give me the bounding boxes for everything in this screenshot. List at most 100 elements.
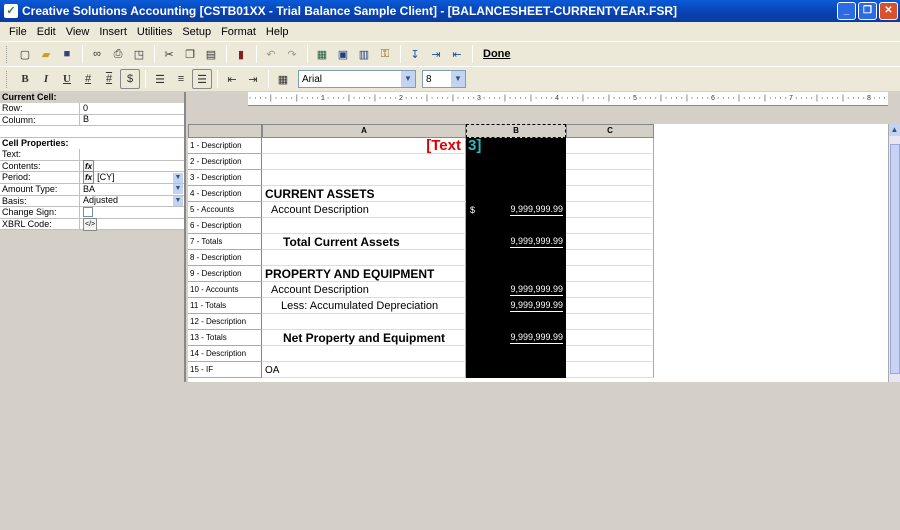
cell-b[interactable] xyxy=(466,154,566,170)
align-right-icon[interactable]: ☰ xyxy=(192,69,212,89)
formula-icon[interactable]: fx xyxy=(83,171,95,185)
row-header[interactable]: 8 - Description xyxy=(188,250,262,266)
cell-a[interactable]: Account Description xyxy=(262,282,466,298)
redo-icon[interactable]: ↷ xyxy=(282,44,302,64)
cell-b[interactable] xyxy=(466,362,566,378)
page-icon[interactable]: ▣ xyxy=(333,44,353,64)
cut-icon[interactable]: ✂ xyxy=(159,44,179,64)
font-size-select[interactable]: 8 ▼ xyxy=(422,70,466,88)
cell-c[interactable] xyxy=(566,266,654,282)
menu-format[interactable]: Format xyxy=(216,26,261,38)
cell-c[interactable] xyxy=(566,362,654,378)
cell-a[interactable]: CURRENT ASSETS xyxy=(262,186,466,202)
chevron-down-icon[interactable]: ▼ xyxy=(401,71,415,87)
cell-c[interactable] xyxy=(566,314,654,330)
cell-a[interactable]: OA xyxy=(262,362,466,378)
done-button[interactable]: Done xyxy=(477,48,517,60)
outdent-icon[interactable]: ⇤ xyxy=(222,69,242,89)
align-left-icon[interactable]: ☰ xyxy=(150,69,170,89)
scroll-thumb[interactable] xyxy=(890,144,900,374)
menu-view[interactable]: View xyxy=(61,26,95,38)
restore-button[interactable]: ❐ xyxy=(858,2,877,20)
cell-b[interactable]: 9,999,999.99 xyxy=(466,282,566,298)
cell-b[interactable]: 3] xyxy=(466,138,566,154)
menu-help[interactable]: Help xyxy=(261,26,294,38)
cell-c[interactable] xyxy=(566,218,654,234)
cell-a[interactable]: Total Current Assets xyxy=(262,234,466,250)
cell-c[interactable] xyxy=(566,234,654,250)
text-value[interactable] xyxy=(80,149,184,160)
row-header[interactable]: 15 - IF xyxy=(188,362,262,378)
cell-a[interactable] xyxy=(262,346,466,362)
row-header[interactable]: 6 - Description xyxy=(188,218,262,234)
cell-c[interactable] xyxy=(566,282,654,298)
insert-row-icon[interactable]: ↧ xyxy=(405,44,425,64)
cell-a[interactable] xyxy=(262,170,466,186)
row-header[interactable]: 10 - Accounts xyxy=(188,282,262,298)
cell-a[interactable]: Account Description xyxy=(262,202,466,218)
row-header[interactable]: 1 - Description xyxy=(188,138,262,154)
vertical-scrollbar[interactable]: ▲ xyxy=(888,124,900,382)
chevron-down-icon[interactable]: ▼ xyxy=(173,172,183,183)
cell-c[interactable] xyxy=(566,202,654,218)
italic-button[interactable]: I xyxy=(36,69,56,89)
row-header[interactable]: 4 - Description xyxy=(188,186,262,202)
cell-b[interactable]: 9,999,999.99 xyxy=(466,298,566,314)
cell-b[interactable] xyxy=(466,186,566,202)
cell-c[interactable] xyxy=(566,298,654,314)
find-icon[interactable]: ∞ xyxy=(87,44,107,64)
chevron-down-icon[interactable]: ▼ xyxy=(173,184,183,195)
cell-c[interactable] xyxy=(566,154,654,170)
row-header[interactable]: 9 - Description xyxy=(188,266,262,282)
open-icon[interactable]: ▰ xyxy=(36,44,56,64)
border-icon[interactable]: ▦ xyxy=(273,69,293,89)
scroll-up-icon[interactable]: ▲ xyxy=(889,124,900,136)
cell-c[interactable] xyxy=(566,330,654,346)
cell-b[interactable] xyxy=(466,170,566,186)
copy-icon[interactable]: ❐ xyxy=(180,44,200,64)
print-preview-icon[interactable]: ◳ xyxy=(129,44,149,64)
cell-b[interactable]: 9,999,999.99 xyxy=(466,234,566,250)
change-sign-checkbox[interactable] xyxy=(83,207,93,218)
bold-button[interactable]: B xyxy=(15,69,35,89)
row-header[interactable]: 13 - Totals xyxy=(188,330,262,346)
cell-a[interactable] xyxy=(262,250,466,266)
double-number-format-button[interactable]: # xyxy=(99,69,119,89)
close-button[interactable]: ✕ xyxy=(879,2,898,20)
basis-value[interactable]: Adjusted xyxy=(83,195,118,206)
font-select[interactable]: Arial ▼ xyxy=(298,70,416,88)
cell-b[interactable] xyxy=(466,218,566,234)
chart-icon[interactable]: ▮ xyxy=(231,44,251,64)
column-header-c[interactable]: C xyxy=(566,124,654,138)
cell-a[interactable]: Less: Accumulated Depreciation xyxy=(262,298,466,314)
cell-b[interactable]: 9,999,999.99 xyxy=(466,330,566,346)
menu-edit[interactable]: Edit xyxy=(32,26,61,38)
cell-a[interactable] xyxy=(262,314,466,330)
menu-insert[interactable]: Insert xyxy=(94,26,132,38)
print-icon[interactable]: ⎙ xyxy=(108,44,128,64)
insert-after-icon[interactable]: ⇥ xyxy=(426,44,446,64)
period-value[interactable]: [CY] xyxy=(97,172,115,183)
row-header[interactable]: 7 - Totals xyxy=(188,234,262,250)
cell-a[interactable]: [Text xyxy=(262,138,466,154)
xbrl-tag-icon[interactable]: </> xyxy=(83,217,98,231)
row-header[interactable]: 12 - Description xyxy=(188,314,262,330)
menu-file[interactable]: File xyxy=(4,26,32,38)
row-header[interactable]: 2 - Description xyxy=(188,154,262,170)
save-icon[interactable]: ■ xyxy=(57,44,77,64)
row-header[interactable]: 3 - Description xyxy=(188,170,262,186)
column-header-a[interactable]: A xyxy=(262,124,466,138)
cell-a[interactable] xyxy=(262,154,466,170)
table-icon[interactable]: ▥ xyxy=(354,44,374,64)
row-header[interactable]: 5 - Accounts xyxy=(188,202,262,218)
menu-setup[interactable]: Setup xyxy=(177,26,216,38)
underline-button[interactable]: U xyxy=(57,69,77,89)
toolbar-grip[interactable] xyxy=(6,45,9,63)
grid-icon[interactable]: ▦ xyxy=(312,44,332,64)
currency-button[interactable]: $ xyxy=(120,69,140,89)
paste-icon[interactable]: ▤ xyxy=(201,44,221,64)
row-header[interactable]: 14 - Description xyxy=(188,346,262,362)
amount-type-value[interactable]: BA xyxy=(83,184,95,195)
row-header[interactable]: 11 - Totals xyxy=(188,298,262,314)
column-value[interactable]: B xyxy=(80,114,184,126)
